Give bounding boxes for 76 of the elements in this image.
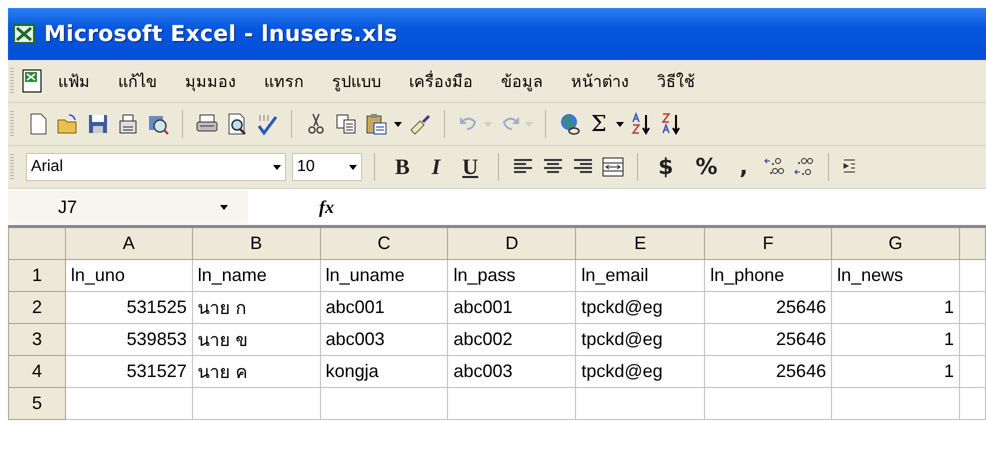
menu-item[interactable]: มุมมอง: [171, 64, 250, 98]
name-box[interactable]: J7: [8, 190, 248, 224]
merge-center-icon[interactable]: [601, 155, 626, 179]
window-title: Microsoft Excel - lnusers.xls: [44, 22, 398, 46]
dropdown-caret-icon[interactable]: [616, 122, 624, 126]
dropdown-caret-icon[interactable]: [220, 204, 228, 210]
table-cell: abc002: [448, 324, 576, 356]
bold-button[interactable]: B: [387, 154, 418, 180]
column-header[interactable]: G: [832, 226, 960, 260]
column-header[interactable]: E: [576, 226, 705, 260]
menu-item[interactable]: วิธีใช้: [643, 64, 709, 98]
row-header[interactable]: 2: [8, 292, 66, 324]
percent-button[interactable]: %: [687, 154, 726, 180]
autosum-button[interactable]: Σ: [588, 112, 610, 136]
row-header[interactable]: 3: [8, 324, 66, 356]
column-header[interactable]: F: [704, 226, 832, 260]
table-cell: ln_phone: [704, 260, 832, 292]
table-cell: นาย ก: [192, 292, 320, 324]
table-cell: ln_email: [576, 260, 705, 292]
table-cell: 1: [832, 356, 960, 388]
menu-item[interactable]: แฟ้ม: [44, 64, 104, 98]
function-label[interactable]: fx: [313, 196, 340, 218]
column-header[interactable]: C: [320, 226, 448, 260]
table-cell: abc003: [448, 356, 576, 388]
table-cell: tpckd@eg: [576, 292, 705, 324]
row-header[interactable]: 1: [8, 260, 66, 292]
table-cell: 1: [832, 324, 960, 356]
column-header[interactable]: B: [192, 226, 320, 260]
menu-item[interactable]: ข้อมูล: [487, 64, 557, 98]
table-cell: 25646: [704, 292, 832, 324]
font-dropdown[interactable]: Arial: [26, 153, 286, 181]
dropdown-caret-icon[interactable]: [349, 164, 357, 170]
column-header[interactable]: D: [448, 226, 576, 260]
currency-button[interactable]: $: [650, 154, 682, 180]
underline-button[interactable]: U: [454, 154, 486, 180]
table-cell: 531527: [65, 356, 192, 388]
globe-link-icon[interactable]: [558, 112, 582, 136]
menu-item[interactable]: รูปแบบ: [318, 64, 395, 98]
format-painter-icon[interactable]: [408, 112, 432, 136]
table-cell: 25646: [704, 324, 832, 356]
table-cell: ln_uno: [65, 260, 192, 292]
table-cell: นาย ข: [192, 324, 320, 356]
table-cell: tpckd@eg: [576, 324, 705, 356]
table-cell: 531525: [65, 292, 192, 324]
table-cell: tpckd@eg: [576, 356, 705, 388]
paste-icon[interactable]: [364, 112, 388, 136]
menu-item[interactable]: แทรก: [250, 64, 318, 98]
table-cell: 25646: [704, 356, 832, 388]
menu-item[interactable]: เครื่องมือ: [395, 64, 487, 98]
table-cell: abc001: [448, 292, 576, 324]
row-header[interactable]: 4: [8, 356, 66, 388]
copy-icon[interactable]: [334, 112, 358, 136]
table-cell: abc001: [320, 292, 448, 324]
table-cell: ln_pass: [448, 260, 576, 292]
table-cell: 539853: [65, 324, 192, 356]
spelling-check-icon[interactable]: [255, 112, 279, 136]
table-cell: นาย ค: [192, 356, 320, 388]
workbook-icon[interactable]: [20, 69, 44, 93]
save-icon[interactable]: [86, 112, 110, 136]
comma-style-button[interactable]: ,: [732, 154, 756, 180]
dropdown-caret-icon[interactable]: [273, 164, 281, 170]
row-header[interactable]: 5: [8, 388, 66, 420]
table-cell: abc003: [320, 324, 448, 356]
dropdown-caret-icon[interactable]: [394, 122, 402, 126]
font-size-dropdown[interactable]: 10: [292, 153, 362, 181]
select-all-corner[interactable]: [8, 226, 66, 260]
excel-logo-icon[interactable]: [12, 22, 36, 46]
table-cell: ln_uname: [320, 260, 448, 292]
table-cell: 1: [832, 292, 960, 324]
italic-button[interactable]: I: [424, 154, 448, 180]
menu-item[interactable]: หน้าต่าง: [557, 64, 643, 98]
menu-item[interactable]: แก้ไข: [104, 64, 171, 98]
table-cell: kongja: [320, 356, 448, 388]
table-cell: ln_name: [192, 260, 320, 292]
table-cell: ln_news: [832, 260, 960, 292]
column-header[interactable]: A: [65, 226, 192, 260]
